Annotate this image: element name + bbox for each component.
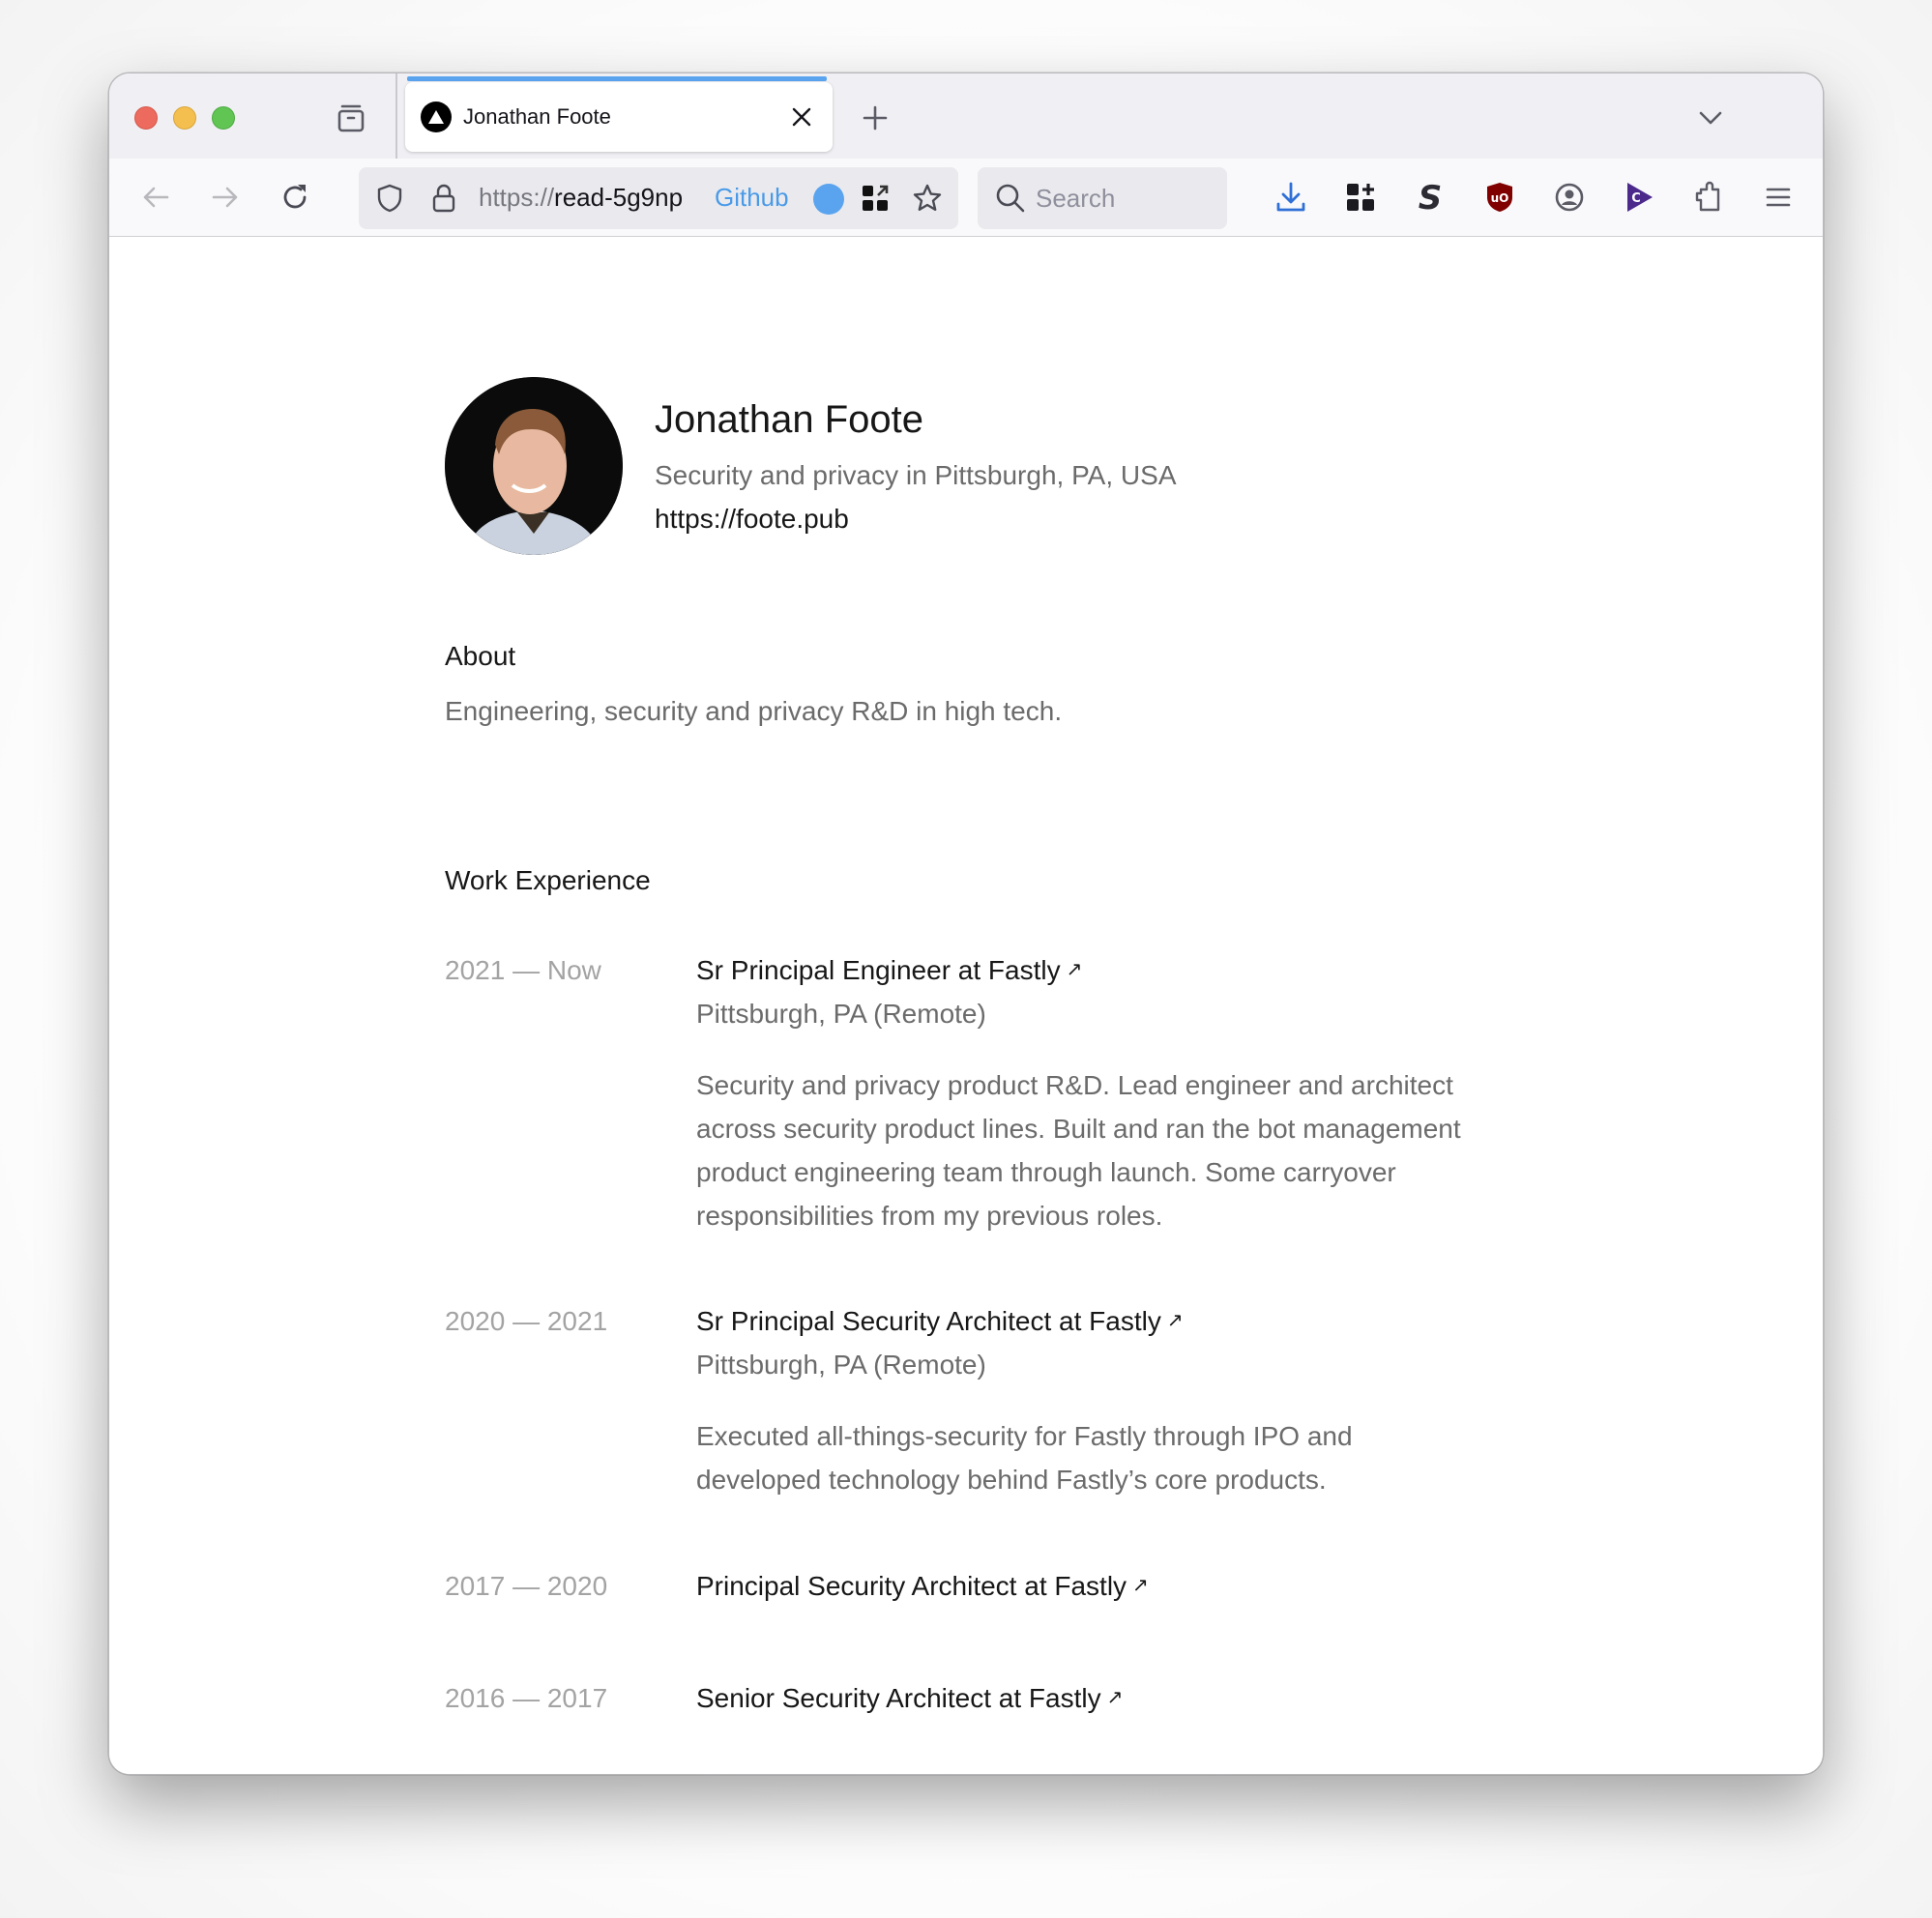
close-icon	[792, 107, 811, 127]
add-grid-icon	[1347, 184, 1374, 211]
job-dates: 2016 — 2017	[445, 1683, 608, 1713]
job-title-link[interactable]: Senior Security Architect at Fastly ↗	[696, 1683, 1123, 1714]
s-extension-button[interactable]: S	[1411, 178, 1449, 217]
job-title-link[interactable]: Principal Security Architect at Fastly ↗	[696, 1571, 1149, 1602]
job-title-link[interactable]: Sr Principal Security Architect at Fastl…	[696, 1306, 1184, 1337]
tab-separator	[395, 73, 397, 159]
account-icon	[1555, 183, 1584, 212]
app-menu-button[interactable]	[1759, 178, 1798, 217]
profile-name: Jonathan Foote	[655, 398, 923, 441]
job-title-link[interactable]: Sr Principal Engineer at Fastly ↗	[696, 955, 1082, 986]
url-scheme: https://	[479, 183, 555, 212]
profile-website-link[interactable]: https://foote.pub	[655, 504, 849, 535]
svg-text:C: C	[1631, 191, 1641, 206]
menu-icon	[1766, 188, 1791, 207]
chevron-down-icon	[1699, 111, 1722, 125]
c-play-extension-button[interactable]: C	[1620, 178, 1658, 217]
account-button[interactable]	[1550, 178, 1589, 217]
external-link-arrow-icon: ↗	[1166, 1310, 1184, 1331]
tab-close-button[interactable]	[782, 98, 821, 136]
site-info-button[interactable]	[424, 179, 463, 218]
ublock-origin-button[interactable]: uO	[1480, 178, 1519, 217]
profile-tagline: Security and privacy in Pittsburgh, PA, …	[655, 460, 1177, 490]
job-dates: 2020 — 2021	[445, 1306, 608, 1336]
browser-window: Jonathan Foote https://read-5g9np Github…	[108, 73, 1824, 1775]
shield-icon	[377, 184, 402, 213]
close-window-button[interactable]	[134, 106, 158, 130]
job-title: Senior Security Architect at Fastly	[696, 1683, 1101, 1713]
tab-title: Jonathan Foote	[463, 104, 611, 129]
avatar-photo-icon	[445, 377, 623, 555]
job-dates: 2017 — 2020	[445, 1571, 608, 1601]
s-extension-icon: S	[1419, 181, 1443, 214]
external-link-arrow-icon: ↗	[1132, 1575, 1149, 1596]
svg-text:uO: uO	[1491, 191, 1509, 205]
url-text[interactable]: https://read-5g9np	[479, 183, 699, 213]
external-link-arrow-icon: ↗	[1106, 1687, 1124, 1708]
search-bar[interactable]	[978, 167, 1227, 229]
job-title: Sr Principal Engineer at Fastly	[696, 955, 1061, 985]
bookmark-button[interactable]	[908, 179, 947, 218]
qr-share-button[interactable]	[856, 179, 894, 218]
ublock-origin-icon: uO	[1487, 183, 1512, 212]
arrow-right-icon	[212, 187, 238, 208]
url-host: read-5g9np	[554, 183, 684, 212]
download-icon	[1276, 182, 1305, 212]
about-heading: About	[445, 641, 516, 671]
star-icon	[913, 184, 942, 211]
lock-icon	[432, 184, 455, 213]
downloads-button[interactable]	[1272, 178, 1310, 217]
job-location: Pittsburgh, PA (Remote)	[696, 1350, 986, 1380]
arrow-left-icon	[143, 187, 169, 208]
external-link-arrow-icon: ↗	[1066, 959, 1083, 980]
reload-icon	[283, 185, 307, 209]
about-text: Engineering, security and privacy R&D in…	[445, 696, 1063, 726]
grid-share-icon	[863, 185, 889, 211]
job-location: Pittsburgh, PA (Remote)	[696, 999, 986, 1029]
add-grid-extension-button[interactable]	[1341, 178, 1380, 217]
new-tab-button[interactable]	[856, 99, 894, 137]
job-title: Sr Principal Security Architect at Fastl…	[696, 1306, 1161, 1336]
search-icon	[996, 184, 1025, 213]
back-button[interactable]	[136, 178, 175, 217]
reload-button[interactable]	[276, 178, 314, 217]
list-all-tabs-button[interactable]	[1691, 99, 1730, 137]
plus-icon	[863, 105, 888, 131]
work-experience-heading: Work Experience	[445, 865, 651, 895]
job-description: Security and privacy product R&D. Lead e…	[696, 1070, 1461, 1231]
container-dot-icon	[813, 184, 844, 215]
tracking-protection-button[interactable]	[370, 179, 409, 218]
avatar	[445, 377, 623, 555]
active-tab-indicator	[407, 76, 827, 81]
tab-groups-button[interactable]	[334, 101, 368, 135]
job-dates: 2021 — Now	[445, 955, 601, 985]
tab-strip: Jonathan Foote	[109, 73, 1823, 159]
github-container-label[interactable]: Github	[715, 183, 789, 213]
svg-text:S: S	[1419, 181, 1443, 214]
job-description: Executed all-things-security for Fastly …	[696, 1421, 1353, 1495]
c-play-extension-icon: C	[1627, 183, 1653, 212]
tab-tray-icon	[337, 104, 365, 132]
minimize-window-button[interactable]	[173, 106, 196, 130]
tab-jonathan-foote[interactable]: Jonathan Foote	[405, 82, 833, 152]
url-bar[interactable]: https://read-5g9np Github	[359, 167, 958, 229]
navigation-toolbar: https://read-5g9np Github Search S uO C	[109, 159, 1823, 237]
forward-button[interactable]	[206, 178, 245, 217]
extensions-button[interactable]	[1689, 178, 1728, 217]
extensions-puzzle-icon	[1695, 181, 1720, 212]
search-input[interactable]	[1036, 179, 1210, 218]
triangle-logo-icon	[421, 102, 452, 132]
zoom-window-button[interactable]	[212, 106, 235, 130]
job-title: Principal Security Architect at Fastly	[696, 1571, 1127, 1601]
page-content: Jonathan Foote Security and privacy in P…	[109, 237, 1823, 1774]
